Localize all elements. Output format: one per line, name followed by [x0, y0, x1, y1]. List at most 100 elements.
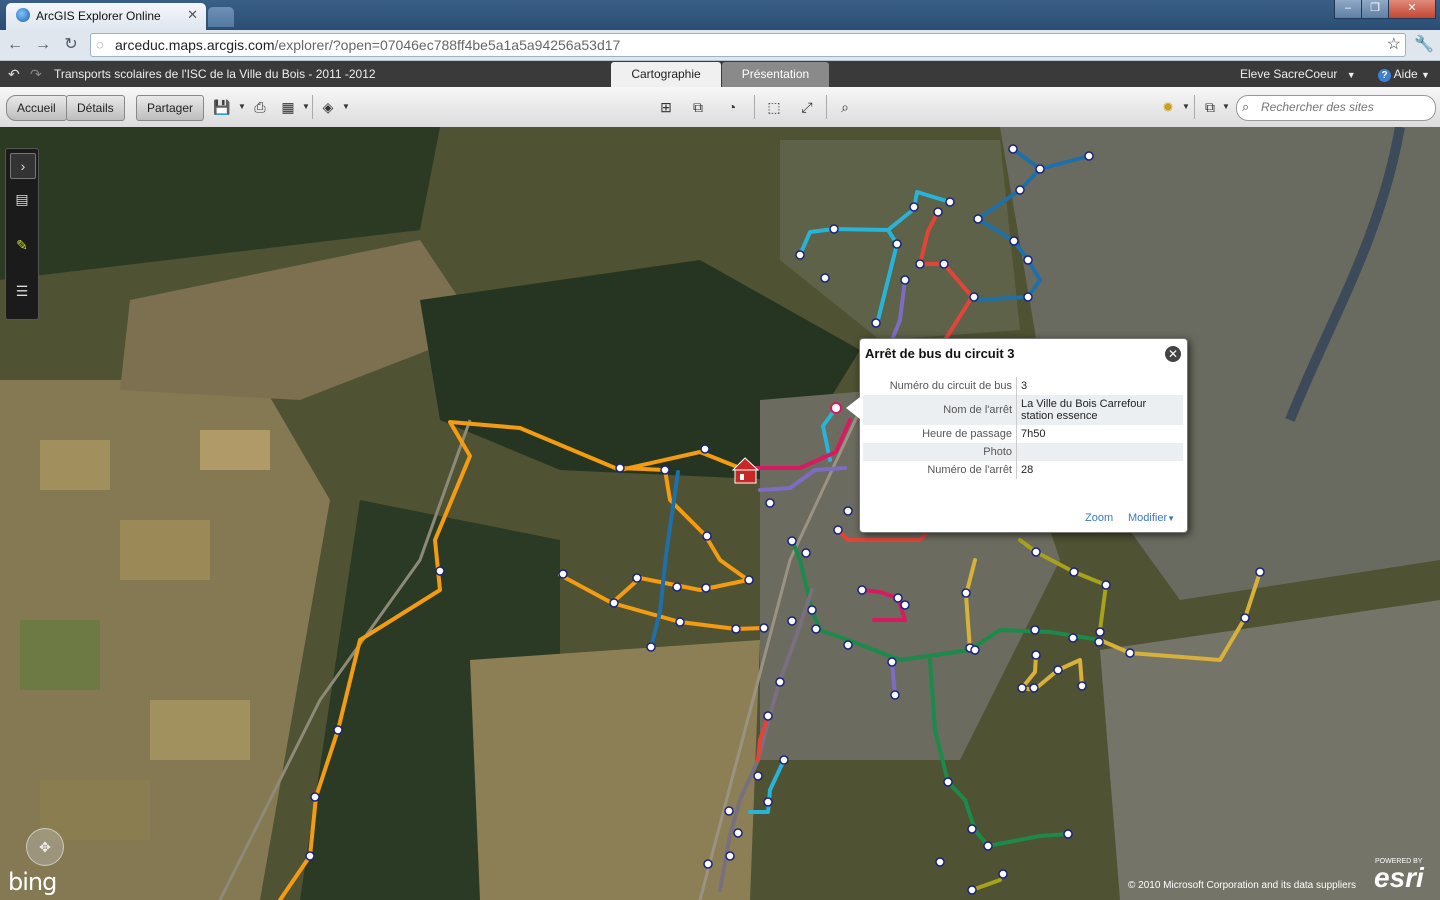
bus-stop[interactable]	[632, 573, 642, 583]
notes-icon[interactable]: ✎	[10, 233, 34, 257]
details-button[interactable]: Détails	[66, 95, 125, 121]
bus-stop[interactable]	[1008, 144, 1018, 154]
browser-tab[interactable]: ArcGIS Explorer Online ✕	[6, 3, 206, 30]
bus-stop[interactable]	[763, 711, 773, 721]
layout-icon[interactable]: ▦	[278, 97, 298, 117]
bus-stop[interactable]	[672, 582, 682, 592]
zoom-link[interactable]: Zoom	[1085, 512, 1113, 524]
bus-stop[interactable]	[1031, 547, 1041, 557]
gallery-dropdown-icon[interactable]: ▼	[1176, 97, 1196, 117]
site-search[interactable]: ⌕	[1236, 95, 1436, 121]
bus-stop[interactable]	[775, 677, 785, 687]
new-tab-button[interactable]	[208, 7, 234, 27]
bus-stop[interactable]	[702, 531, 712, 541]
bus-stop[interactable]	[900, 600, 910, 610]
bus-stop[interactable]	[701, 583, 711, 593]
bus-stop[interactable]	[892, 239, 902, 249]
window-close-button[interactable]: ✕	[1388, 0, 1436, 19]
share-button[interactable]: Partager	[136, 95, 205, 121]
bus-stop[interactable]	[1035, 164, 1045, 174]
bus-stop[interactable]	[1009, 236, 1019, 246]
bus-stop[interactable]	[333, 725, 343, 735]
undo-icon[interactable]: ↶	[8, 66, 20, 83]
bus-stop[interactable]	[945, 197, 955, 207]
basemap-icon[interactable]: ◈	[318, 97, 338, 117]
bus-stop[interactable]	[900, 275, 910, 285]
redo-icon[interactable]: ↷	[30, 66, 42, 83]
bus-stop[interactable]	[820, 273, 830, 283]
bus-stop[interactable]	[1069, 567, 1079, 577]
gallery-icon[interactable]: ✹	[1158, 97, 1178, 117]
bus-stop[interactable]	[843, 640, 853, 650]
url-text[interactable]: arceduc.maps.arcgis.com/explorer/?open=0…	[115, 37, 620, 53]
bus-stop[interactable]	[724, 806, 734, 816]
close-icon[interactable]: ✕	[187, 7, 198, 23]
bus-stop[interactable]	[435, 566, 445, 576]
bus-stop[interactable]	[787, 536, 797, 546]
bus-stop[interactable]	[983, 841, 993, 851]
speedometer-icon[interactable]: ◔	[722, 97, 742, 117]
bus-stop[interactable]	[970, 645, 980, 655]
bus-stop[interactable]	[1063, 829, 1073, 839]
bus-stop[interactable]	[725, 851, 735, 861]
bus-stop[interactable]	[1030, 625, 1040, 635]
bus-stop[interactable]	[795, 250, 805, 260]
bus-stop[interactable]	[933, 207, 943, 217]
bus-stop[interactable]	[801, 548, 811, 558]
tab-cartographie[interactable]: Cartographie	[611, 62, 721, 87]
layers-icon[interactable]: ⧉	[688, 97, 708, 117]
bus-stop[interactable]	[779, 755, 789, 765]
find-on-map-icon[interactable]: ⌕	[835, 97, 855, 117]
bus-stop[interactable]	[1125, 648, 1135, 658]
bus-stop[interactable]	[1029, 683, 1039, 693]
bus-stop[interactable]	[753, 771, 763, 781]
bus-stop[interactable]	[915, 259, 925, 269]
bus-stop[interactable]	[759, 623, 769, 633]
bus-stop[interactable]	[833, 525, 843, 535]
bus-stop[interactable]	[1094, 637, 1104, 647]
bus-stop[interactable]	[558, 569, 568, 579]
select-area-icon[interactable]: ⬚	[764, 97, 784, 117]
bus-stop[interactable]	[1084, 151, 1094, 161]
print-icon[interactable]: ⎙	[250, 97, 270, 117]
pan-control[interactable]: ✥	[26, 828, 64, 866]
bus-stop[interactable]	[1031, 650, 1041, 660]
bus-stop[interactable]	[700, 444, 710, 454]
bus-stop[interactable]	[731, 624, 741, 634]
map-view[interactable]: › ▤ ✎ ☰ ✥	[0, 127, 1440, 900]
bus-stop[interactable]	[305, 851, 315, 861]
search-input[interactable]	[1259, 99, 1433, 115]
bus-stop[interactable]	[969, 292, 979, 302]
bus-stop[interactable]	[967, 824, 977, 834]
legend-icon[interactable]: ☰	[10, 279, 34, 303]
share-link-dropdown-icon[interactable]: ▼	[1216, 97, 1236, 117]
bus-stop[interactable]	[1053, 665, 1063, 675]
map-canvas[interactable]	[0, 127, 1440, 900]
close-icon[interactable]: ✕	[1165, 346, 1181, 362]
bus-stop[interactable]	[1015, 185, 1025, 195]
bus-stop[interactable]	[1077, 681, 1087, 691]
bus-stop[interactable]	[675, 617, 685, 627]
back-icon[interactable]: ←	[4, 34, 26, 56]
bus-stop[interactable]	[763, 797, 773, 807]
wrench-icon[interactable]: 🔧	[1414, 34, 1434, 54]
bus-stop[interactable]	[744, 575, 754, 585]
forward-icon[interactable]: →	[32, 34, 54, 56]
bus-stop[interactable]	[660, 465, 670, 475]
bus-stop[interactable]	[733, 828, 743, 838]
bus-stop[interactable]	[1068, 633, 1078, 643]
selected-bus-stop[interactable]	[830, 402, 842, 414]
address-bar[interactable]: ◌ arceduc.maps.arcgis.com/explorer/?open…	[90, 33, 1406, 57]
bus-stop[interactable]	[615, 463, 625, 473]
bus-stop[interactable]	[1255, 567, 1265, 577]
zoom-selection-icon[interactable]: ⤢	[797, 97, 817, 117]
bus-stop[interactable]	[829, 224, 839, 234]
bus-stop[interactable]	[310, 792, 320, 802]
measure-icon[interactable]: ⊞	[656, 97, 676, 117]
reload-icon[interactable]: ↻	[60, 34, 82, 56]
bus-stop[interactable]	[871, 318, 881, 328]
bus-stop[interactable]	[807, 605, 817, 615]
bus-stop[interactable]	[935, 857, 945, 867]
bus-stop[interactable]	[646, 642, 656, 652]
bus-stop[interactable]	[961, 588, 971, 598]
